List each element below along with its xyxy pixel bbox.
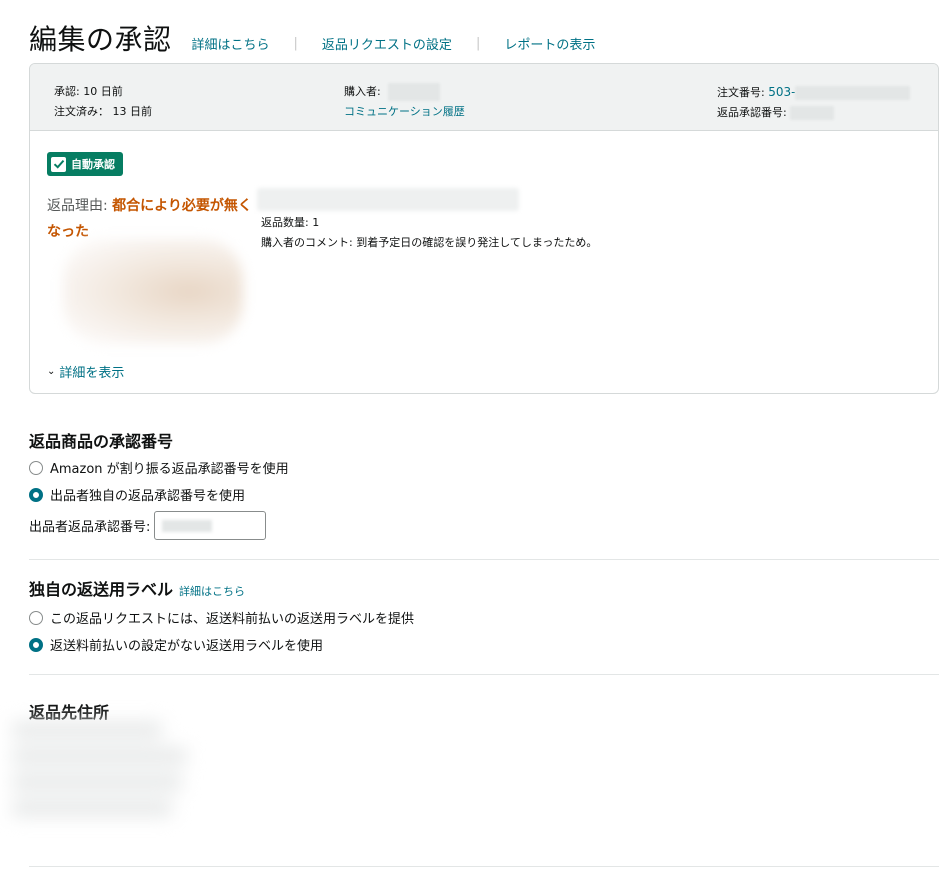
radio-button[interactable] <box>29 460 43 475</box>
return-address-redacted <box>12 722 190 850</box>
chevron-down-icon: ⌄ <box>47 366 56 377</box>
return-details: 返品数量: 1 購入者のコメント: 到着予定日の確認を誤り発注してしまったため。 <box>261 213 597 253</box>
return-label-section: 独自の返送用ラベル 詳細はこちら この返品リクエストには、返送料前払いの返送用ラベ… <box>29 576 939 658</box>
return-settings-link[interactable]: 返品リクエストの設定 <box>322 34 452 53</box>
return-label-title-text: 独自の返送用ラベル <box>29 580 174 599</box>
rma-option-seller-label: 出品者独自の返品承認番号を使用 <box>50 489 246 504</box>
header-links: 詳細はこちら | 返品リクエストの設定 | レポートの表示 <box>192 34 596 53</box>
order-column: 注文番号: 503- 返品承認番号: <box>717 82 911 123</box>
reason-label: 返品理由: <box>47 198 108 214</box>
seller-rma-label: 出品者返品承認番号: <box>29 520 151 535</box>
radio-button-selected[interactable] <box>29 487 43 502</box>
buyer-comment: 購入者のコメント: 到着予定日の確認を誤り発注してしまったため。 <box>261 236 598 249</box>
check-icon <box>51 156 66 172</box>
rma-section: 返品商品の承認番号 Amazon が割り振る返品承認番号を使用 出品者独自の返品… <box>29 428 939 540</box>
view-reports-link[interactable]: レポートの表示 <box>504 34 595 53</box>
rma-number-label: 返品承認番号: <box>717 106 787 119</box>
order-number-label: 注文番号: <box>717 86 765 99</box>
buyer-label: 購入者: <box>344 85 381 98</box>
return-label-title: 独自の返送用ラベル 詳細はこちら <box>29 576 939 600</box>
label-option-unpaid[interactable]: 返送料前払いの設定がない返送用ラベルを使用 <box>29 631 939 658</box>
learn-more-link[interactable]: 詳細はこちら <box>192 34 270 53</box>
rma-section-title: 返品商品の承認番号 <box>29 432 174 451</box>
return-card: 承認: 10 日前 注文済み： 13 日前 購入者: コミュニケーション履歴 注… <box>29 63 939 394</box>
rma-option-amazon[interactable]: Amazon が割り振る返品承認番号を使用 <box>29 454 939 481</box>
return-address-section: 返品先住所 <box>29 699 939 723</box>
card-header: 承認: 10 日前 注文済み： 13 日前 購入者: コミュニケーション履歴 注… <box>30 64 938 131</box>
rma-number-row: 返品承認番号: <box>717 103 910 123</box>
order-number-row: 注文番号: 503- <box>717 82 911 103</box>
buyer-row: 購入者: <box>344 82 465 102</box>
radio-button[interactable] <box>29 610 43 625</box>
dates-column: 承認: 10 日前 注文済み： 13 日前 <box>54 82 152 122</box>
seller-rma-input[interactable] <box>154 511 267 540</box>
return-quantity: 返品数量: 1 <box>261 216 320 229</box>
page-title: 編集の承認 <box>29 23 172 56</box>
product-image <box>63 239 243 344</box>
seller-rma-row: 出品者返品承認番号: <box>29 511 939 540</box>
label-option-unpaid-label: 返送料前払いの設定がない返送用ラベルを使用 <box>50 639 324 654</box>
label-details-link[interactable]: 詳細はこちら <box>179 585 245 598</box>
divider <box>29 674 939 675</box>
page-header: 編集の承認 詳細はこちら | 返品リクエストの設定 | レポートの表示 <box>29 18 595 58</box>
rma-option-seller[interactable]: 出品者独自の返品承認番号を使用 <box>29 481 939 508</box>
label-option-prepaid[interactable]: この返品リクエストには、返送料前払いの返送用ラベルを提供 <box>29 604 939 631</box>
seller-rma-redacted <box>162 520 213 532</box>
show-details-label: 詳細を表示 <box>59 366 125 381</box>
buyer-name-redacted <box>388 83 441 101</box>
label-option-prepaid-label: この返品リクエストには、返送料前払いの返送用ラベルを提供 <box>50 612 415 627</box>
radio-button-selected[interactable] <box>29 637 43 652</box>
product-title-redacted <box>257 188 519 211</box>
order-number-redacted <box>795 86 911 100</box>
communication-history-link[interactable]: コミュニケーション履歴 <box>344 105 465 118</box>
separator: | <box>293 36 298 51</box>
buyer-column: 購入者: コミュニケーション履歴 <box>344 82 465 122</box>
auto-approved-badge: 自動承認 <box>47 152 123 176</box>
rma-option-amazon-label: Amazon が割り振る返品承認番号を使用 <box>50 462 289 477</box>
approved-date: 承認: 10 日前 <box>54 85 123 98</box>
badge-label: 自動承認 <box>71 158 115 171</box>
return-reason: 返品理由: 都合により必要が無くなった <box>47 193 257 245</box>
return-address-title: 返品先住所 <box>29 703 110 722</box>
show-details-link[interactable]: ⌄ 詳細を表示 <box>47 362 124 381</box>
separator: | <box>475 36 481 51</box>
ordered-date: 注文済み： 13 日前 <box>54 105 152 118</box>
divider <box>29 559 939 560</box>
rma-number-redacted <box>790 106 835 120</box>
divider <box>29 866 939 867</box>
order-number-link[interactable]: 503- <box>768 85 795 99</box>
